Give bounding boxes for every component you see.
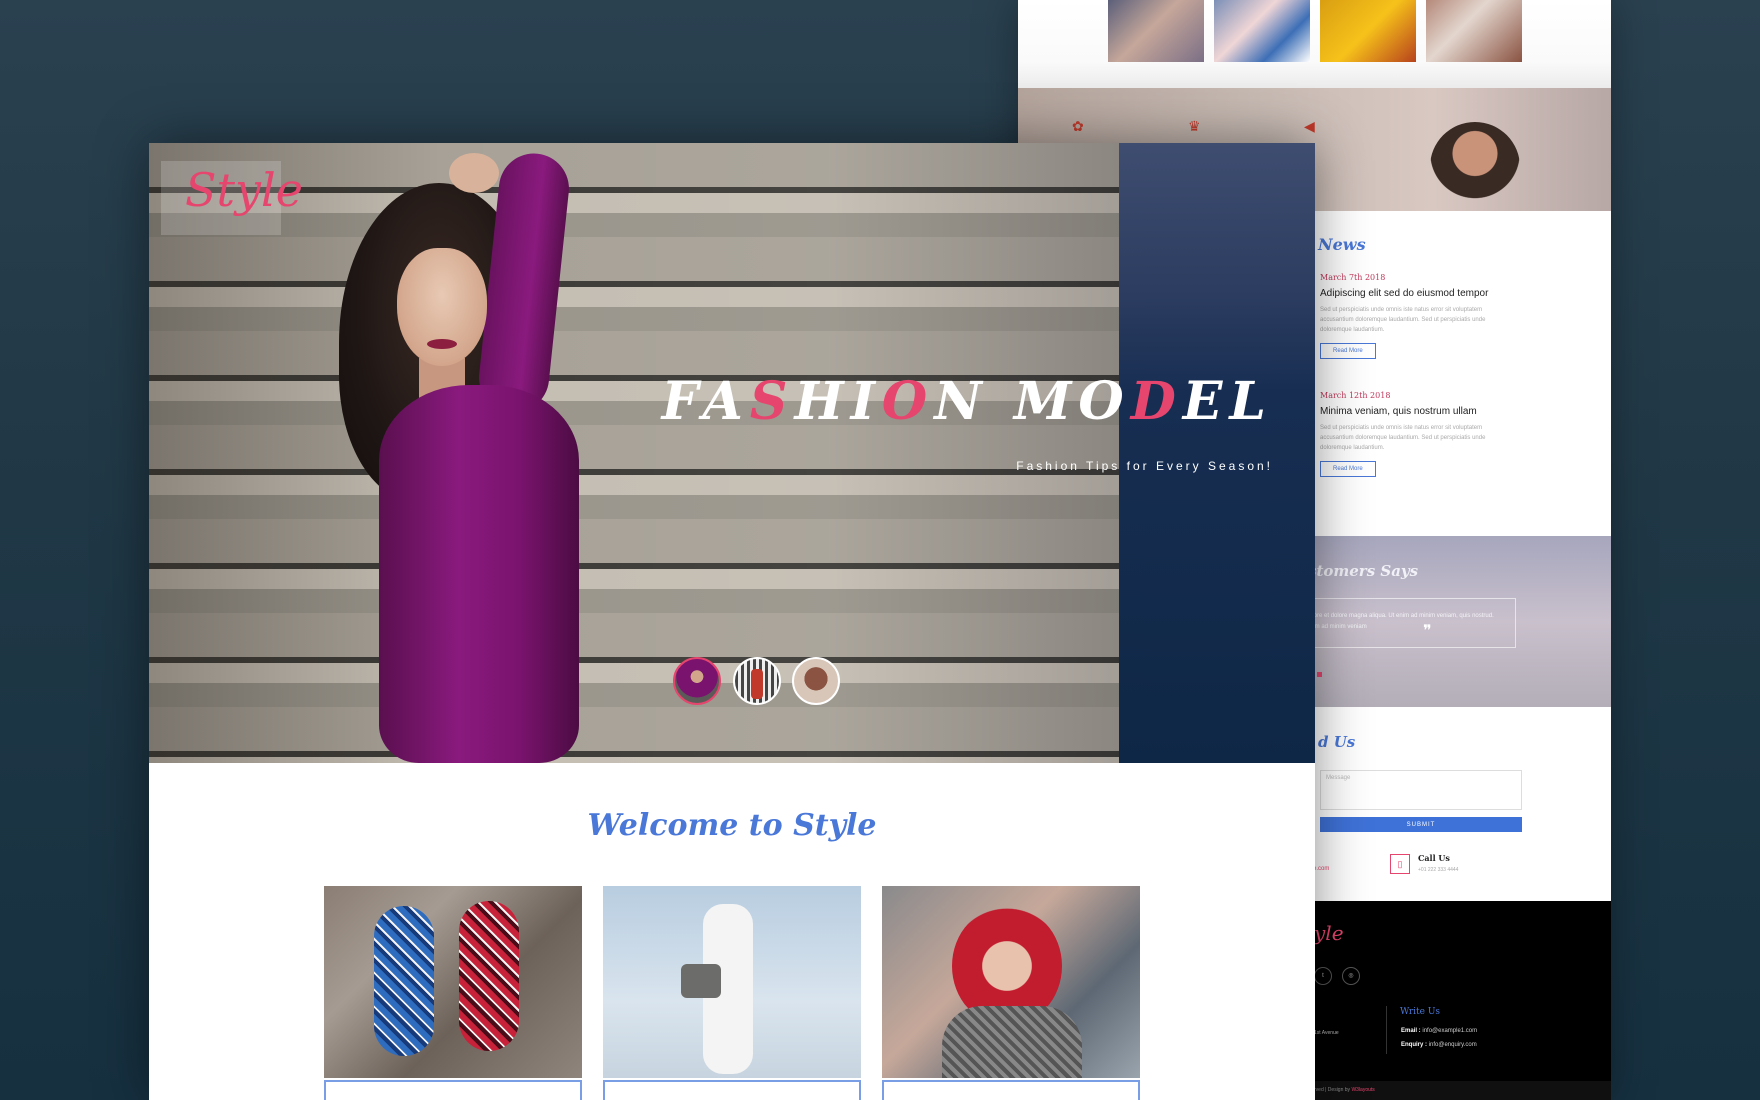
hero-title-part: N MO <box>934 371 1131 432</box>
footer-write-heading: Write Us <box>1400 1007 1441 1017</box>
hero-title-part: EL <box>1182 371 1273 432</box>
gallery-strip <box>1018 0 1611 88</box>
footer-enquiry-value[interactable]: info@enquiry.com <box>1429 1042 1477 1048</box>
feature-card-caption[interactable] <box>324 1080 582 1100</box>
twitter-icon[interactable]: t <box>1314 967 1332 985</box>
footer-divider <box>1386 1006 1387 1054</box>
footer-enquiry: Enquiry : info@enquiry.com <box>1401 1042 1477 1048</box>
hero-title-part: FA <box>661 371 750 432</box>
model-photo <box>1430 122 1520 212</box>
site-logo[interactable]: Style <box>185 163 303 217</box>
feature-card[interactable] <box>324 886 582 1100</box>
hero-slider: Style FASHION MODEL Fashion Tips for Eve… <box>149 143 1315 763</box>
message-field[interactable]: Message <box>1320 770 1522 810</box>
email-link[interactable]: e.com <box>1313 866 1329 872</box>
slide-thumb-2[interactable] <box>733 657 781 705</box>
read-more-button[interactable]: Read More <box>1320 461 1376 477</box>
hero-title-accent: O <box>881 371 935 432</box>
read-more-button[interactable]: Read More <box>1320 343 1376 359</box>
front-page-preview: Style FASHION MODEL Fashion Tips for Eve… <box>149 143 1315 1100</box>
footer-email-label: Email : <box>1401 1028 1421 1034</box>
feature-card[interactable] <box>882 886 1140 1100</box>
hero-model-photo <box>279 150 609 763</box>
award-icon: ✿ <box>1072 118 1084 134</box>
instagram-icon[interactable]: ◎ <box>1342 967 1360 985</box>
news-text: Sed ut perspiciatis unde omnis iste natu… <box>1320 425 1486 451</box>
slide-thumb-3[interactable] <box>792 657 840 705</box>
footer-email: Email : info@example1.com <box>1401 1028 1477 1034</box>
footer-logo[interactable]: yle <box>1314 921 1344 945</box>
testimonial-text: ut labore et dolore magna aliqua. Ut eni… <box>1299 613 1494 630</box>
news-item: March 12th 2018 Minima veniam, quis nost… <box>1320 391 1520 477</box>
slide-thumb-1[interactable] <box>673 657 721 705</box>
news-title: News <box>1318 235 1366 254</box>
designer-link[interactable]: W3layouts <box>1351 1087 1374 1093</box>
footer-enquiry-label: Enquiry : <box>1401 1042 1428 1048</box>
feature-card-caption[interactable] <box>603 1080 861 1100</box>
hero-title-part: HI <box>794 371 882 432</box>
hero-subtitle: Fashion Tips for Every Season! <box>1016 459 1273 473</box>
pager-dot[interactable] <box>1317 672 1322 677</box>
news-date: March 12th 2018 <box>1320 391 1391 400</box>
submit-button[interactable]: SUBMIT <box>1320 817 1522 832</box>
call-heading: Call Us <box>1418 853 1450 863</box>
news-headline[interactable]: Minima veniam, quis nostrum ullam <box>1320 406 1520 417</box>
news-headline[interactable]: Adipiscing elit sed do eiusmod tempor <box>1320 288 1520 299</box>
phone-icon: ▯ <box>1390 854 1410 874</box>
news-item: March 7th 2018 Adipiscing elit sed do ei… <box>1320 273 1520 359</box>
gallery-thumb[interactable] <box>1320 0 1416 62</box>
news-text: Sed ut perspiciatis unde omnis iste natu… <box>1320 307 1486 333</box>
feature-card-image[interactable] <box>882 886 1140 1078</box>
gallery-thumb[interactable] <box>1214 0 1310 62</box>
call-number: +01 222 333 4444 <box>1418 867 1459 873</box>
gallery-thumb[interactable] <box>1426 0 1522 62</box>
hero-sea <box>1119 143 1315 763</box>
news-date: March 7th 2018 <box>1320 273 1386 282</box>
hero-title-accent: D <box>1130 371 1183 432</box>
testimonials-title: stomers Says <box>1308 562 1419 580</box>
feature-card-caption[interactable] <box>882 1080 1140 1100</box>
feature-card-image[interactable] <box>324 886 582 1078</box>
message-placeholder: Message <box>1326 775 1351 781</box>
model-lips <box>427 339 457 349</box>
model-dress <box>379 385 579 763</box>
megaphone-icon: ◀ <box>1304 118 1315 134</box>
hero-title: FASHION MODEL <box>662 371 1273 432</box>
testimonial-card: ut labore et dolore magna aliqua. Ut eni… <box>1288 598 1516 648</box>
footer-address: 1st Avenue <box>1314 1030 1339 1036</box>
model-arm <box>475 150 573 416</box>
feature-card[interactable] <box>603 886 861 1100</box>
copyright-fragment: rved | Design by <box>1314 1087 1351 1093</box>
gallery-thumb[interactable] <box>1108 0 1204 62</box>
hero-title-accent: S <box>749 371 795 432</box>
feature-card-image[interactable] <box>603 886 861 1078</box>
copyright-text: rved | Design by W3layouts <box>1314 1087 1375 1093</box>
welcome-title: Welcome to Style <box>587 808 877 843</box>
quote-icon: ❞ <box>1423 621 1432 640</box>
footer-email-value[interactable]: info@example1.com <box>1422 1028 1477 1034</box>
model-hand <box>449 153 499 193</box>
trophy-icon: ♛ <box>1188 118 1201 134</box>
contact-title: d Us <box>1318 733 1356 751</box>
